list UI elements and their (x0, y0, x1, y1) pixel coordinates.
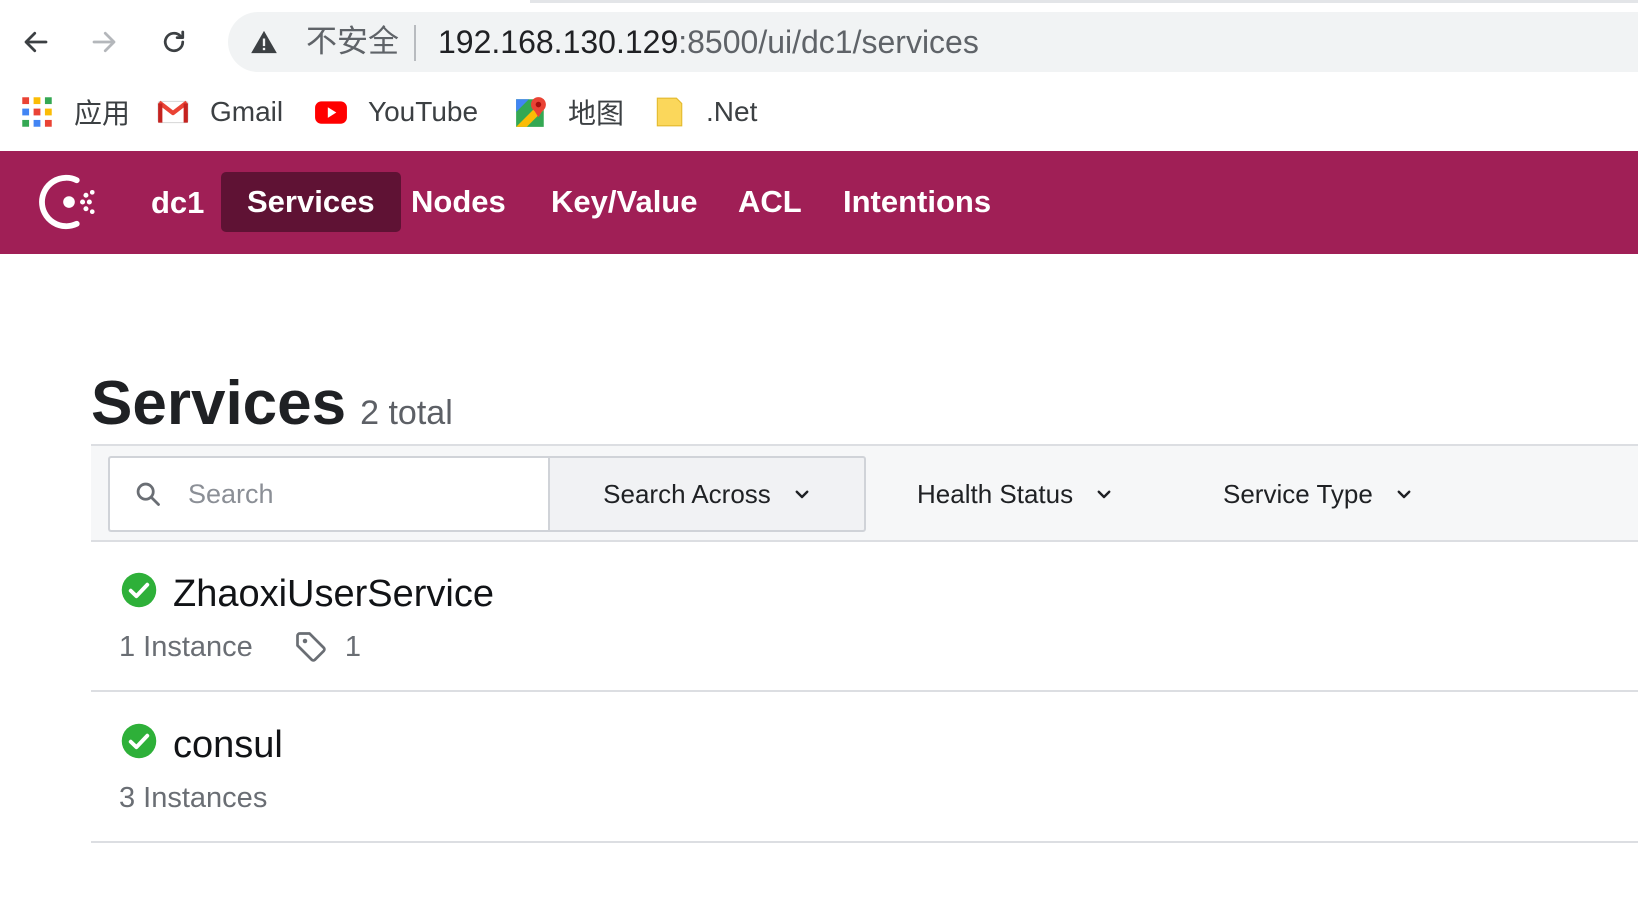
consul-top-nav: dc1 Services Nodes Key/Value ACL Intenti… (0, 151, 1638, 254)
warning-triangle-icon (251, 30, 277, 54)
bookmark-label: YouTube (368, 96, 479, 127)
bookmark-label: 应用 (74, 98, 131, 129)
back-arrow-icon (24, 31, 48, 53)
service-meta: 3 Instances (119, 779, 267, 817)
service-name[interactable]: ZhaoxiUserService (173, 570, 494, 618)
bookmark-label: 地图 (568, 98, 625, 129)
tab-strip-edge (530, 0, 1638, 3)
chevron-down-icon (1397, 490, 1411, 499)
nav-tab-acl[interactable]: ACL (712, 172, 828, 232)
tag-count: 1 (344, 631, 361, 663)
back-button[interactable] (14, 20, 58, 64)
row-divider (91, 841, 1638, 843)
service-type-label: Service Type (1223, 478, 1373, 509)
folder-icon (656, 97, 683, 127)
health-status-label: Health Status (917, 478, 1074, 509)
forward-button[interactable] (82, 20, 126, 64)
insecure-label[interactable]: 不安全 (306, 24, 399, 60)
search-across-dropdown[interactable]: Search Across (548, 456, 866, 532)
nav-tab-services[interactable]: Services (221, 172, 401, 232)
filter-bar: Search Across Health Status Service Type (91, 446, 1638, 540)
nav-tab-key-value[interactable]: Key/Value (525, 172, 723, 232)
maps-icon (516, 97, 546, 127)
bookmark-maps[interactable]: 地图 (514, 92, 624, 132)
health-passing-icon (121, 572, 157, 608)
omnibox-divider (414, 25, 416, 61)
url-path: :8500/ui/dc1/services (678, 24, 979, 60)
bookmark-apps[interactable]: 应用 (20, 92, 130, 132)
health-status-dropdown[interactable]: Health Status (917, 456, 1113, 532)
youtube-icon (315, 101, 347, 124)
service-name[interactable]: consul (173, 721, 283, 769)
bookmark-youtube[interactable]: YouTube (314, 92, 478, 132)
page-title: Services 2 total (91, 368, 453, 439)
search-across-label: Search Across (603, 478, 771, 509)
reload-button[interactable] (152, 20, 196, 64)
consul-logo-icon[interactable] (38, 171, 100, 233)
browser-chrome: 不安全 192.168.130.129:8500/ui/dc1/services… (0, 0, 1638, 150)
bookmarks-bar: 应用 Gmail YouTube 地图 .Net (0, 84, 1638, 140)
apps-grid-icon (22, 97, 52, 127)
url-host: 192.168.130.129 (438, 24, 679, 60)
url-text[interactable]: 192.168.130.129:8500/ui/dc1/services (438, 24, 979, 60)
service-count: 2 total (360, 394, 453, 432)
service-meta: 1 Instance 1 (119, 628, 361, 666)
service-row[interactable]: consul 3 Instances (91, 693, 1638, 841)
search-icon (136, 482, 160, 506)
datacenter-selector[interactable]: dc1 (151, 181, 204, 225)
nav-tab-nodes[interactable]: Nodes (385, 172, 532, 232)
service-type-dropdown[interactable]: Service Type (1223, 456, 1413, 532)
row-divider (91, 690, 1638, 692)
bookmark-gmail[interactable]: Gmail (156, 92, 283, 132)
instance-count: 3 Instances (119, 782, 268, 814)
health-passing-icon (121, 723, 157, 759)
page-title-text: Services (91, 369, 347, 438)
forward-arrow-icon (92, 31, 116, 53)
search-input[interactable] (186, 470, 530, 518)
bookmark-label: Gmail (210, 96, 284, 127)
search-box[interactable] (108, 456, 548, 532)
bookmark-label: .Net (706, 96, 758, 127)
reload-icon (163, 30, 185, 53)
nav-tab-intentions[interactable]: Intentions (817, 172, 1017, 232)
tag-icon (295, 632, 326, 662)
bookmark-dotnet-folder[interactable]: .Net (652, 92, 757, 132)
gmail-icon (157, 100, 189, 124)
chevron-down-icon (795, 490, 809, 499)
instance-count: 1 Instance (119, 631, 253, 663)
chevron-down-icon (1097, 490, 1111, 499)
address-bar[interactable]: 不安全 192.168.130.129:8500/ui/dc1/services (228, 12, 1638, 72)
service-row[interactable]: ZhaoxiUserService 1 Instance 1 (91, 542, 1638, 690)
